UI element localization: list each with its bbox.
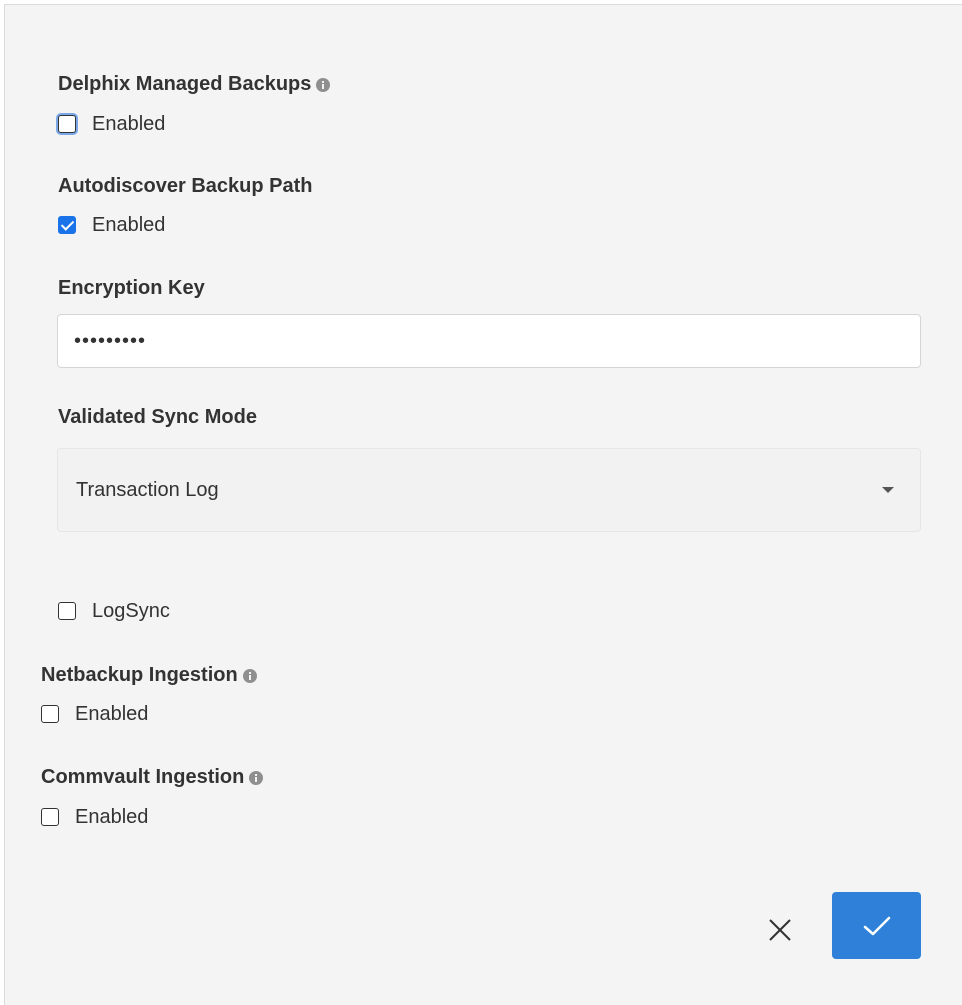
- autodiscover-checkbox[interactable]: [58, 216, 76, 234]
- logsync-checkbox-row[interactable]: LogSync: [58, 599, 170, 623]
- confirm-button[interactable]: [832, 892, 921, 959]
- managed-backups-heading: Delphix Managed Backups: [58, 72, 331, 96]
- caret-down-icon: [882, 487, 894, 493]
- netbackup-checkbox-label: Enabled: [75, 703, 149, 725]
- commvault-checkbox-row[interactable]: Enabled: [41, 805, 148, 829]
- commvault-checkbox[interactable]: [41, 808, 59, 826]
- form-panel: Delphix Managed Backups Enabled Autodisc…: [4, 4, 962, 1005]
- cancel-button[interactable]: [760, 910, 800, 950]
- commvault-checkbox-label: Enabled: [75, 806, 149, 828]
- info-icon[interactable]: [249, 771, 264, 785]
- close-icon: [769, 919, 791, 941]
- netbackup-label: Netbackup Ingestion: [41, 664, 238, 686]
- managed-backups-checkbox-row[interactable]: Enabled: [58, 112, 165, 136]
- autodiscover-label: Autodiscover Backup Path: [58, 175, 313, 197]
- sync-mode-heading: Validated Sync Mode: [58, 405, 257, 429]
- logsync-checkbox-label: LogSync: [92, 600, 170, 622]
- netbackup-checkbox-row[interactable]: Enabled: [41, 702, 148, 726]
- managed-backups-label: Delphix Managed Backups: [58, 73, 312, 95]
- encryption-key-label: Encryption Key: [58, 277, 205, 299]
- info-icon[interactable]: [316, 78, 331, 92]
- commvault-label: Commvault Ingestion: [41, 766, 245, 788]
- autodiscover-heading: Autodiscover Backup Path: [58, 174, 313, 198]
- info-icon[interactable]: [242, 669, 257, 683]
- autodiscover-checkbox-row[interactable]: Enabled: [58, 213, 165, 237]
- encryption-key-input[interactable]: [57, 314, 921, 368]
- sync-mode-select[interactable]: Transaction Log: [57, 448, 921, 532]
- sync-mode-label: Validated Sync Mode: [58, 406, 257, 428]
- sync-mode-selected-value: Transaction Log: [76, 478, 219, 501]
- logsync-checkbox[interactable]: [58, 602, 76, 620]
- managed-backups-checkbox[interactable]: [58, 115, 76, 133]
- autodiscover-checkbox-label: Enabled: [92, 214, 166, 236]
- encryption-key-heading: Encryption Key: [58, 276, 205, 300]
- netbackup-heading: Netbackup Ingestion: [41, 663, 257, 687]
- netbackup-checkbox[interactable]: [41, 705, 59, 723]
- checkmark-icon: [863, 916, 890, 935]
- commvault-heading: Commvault Ingestion: [41, 765, 264, 789]
- managed-backups-checkbox-label: Enabled: [92, 113, 166, 135]
